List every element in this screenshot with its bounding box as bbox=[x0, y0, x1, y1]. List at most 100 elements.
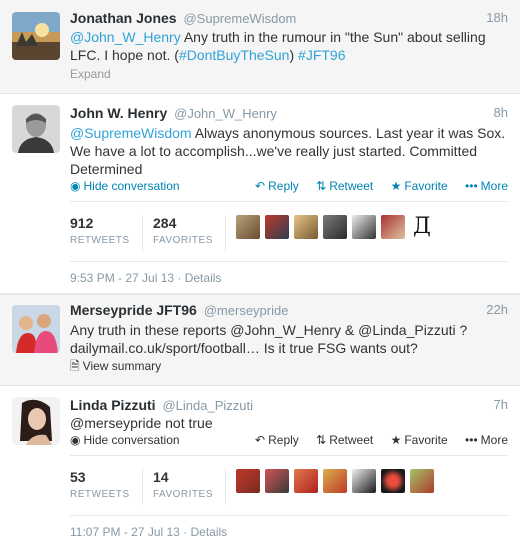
stat-divider bbox=[225, 215, 226, 251]
hashtag-link[interactable]: #JFT96 bbox=[298, 47, 345, 63]
favorite-button[interactable]: ★ Favorite bbox=[391, 179, 448, 193]
fullname[interactable]: Merseypride JFT96 bbox=[70, 302, 197, 318]
tweet-text: @SupremeWisdom Always anonymous sources.… bbox=[70, 124, 508, 178]
stat-divider bbox=[142, 469, 143, 505]
reply-button[interactable]: ↶ Reply bbox=[255, 179, 299, 193]
retweeter-avatar[interactable] bbox=[323, 215, 347, 239]
tweet-timestamp-details[interactable]: 11:07 PM - 27 Jul 13 · Details bbox=[70, 525, 227, 539]
fullname[interactable]: John W. Henry bbox=[70, 105, 167, 121]
fullname[interactable]: Linda Pizzuti bbox=[70, 397, 156, 413]
avatar-merseypride[interactable] bbox=[12, 305, 60, 353]
speech-bubble-icon: ◉ bbox=[70, 433, 81, 447]
retweets-stat[interactable]: 53 RETWEETS bbox=[70, 469, 130, 500]
username[interactable]: @SupremeWisdom bbox=[183, 11, 296, 26]
timestamp[interactable]: 22h bbox=[486, 302, 508, 317]
hide-conversation-label: Hide conversation bbox=[83, 179, 180, 193]
divider bbox=[70, 261, 508, 262]
tweet-stats: 912 RETWEETS 284 FAVORITES Д bbox=[70, 215, 508, 255]
expand-link[interactable]: Expand bbox=[70, 67, 111, 81]
tweet-jonathan-jones[interactable]: Jonathan Jones @SupremeWisdom 18h @John_… bbox=[0, 0, 520, 94]
reply-arrow-icon: ↶ bbox=[255, 433, 266, 447]
favorite-label: Favorite bbox=[404, 433, 448, 447]
avatar-jonathan-jones[interactable] bbox=[12, 12, 60, 60]
stat-divider bbox=[225, 469, 226, 505]
retweeter-avatar[interactable] bbox=[294, 215, 318, 239]
retweeter-avatar[interactable] bbox=[352, 469, 376, 493]
avatar-john-w-henry[interactable] bbox=[12, 105, 60, 153]
hashtag-link[interactable]: #DontBuyTheSun bbox=[179, 47, 290, 63]
more-button[interactable]: ••• More bbox=[465, 433, 508, 447]
tweet-header: John W. Henry @John_W_Henry 8h bbox=[70, 105, 508, 123]
retweeter-avatar[interactable]: Д bbox=[410, 215, 434, 239]
tweet-actions: ↶ Reply ⇅ Retweet ★ Favorite ••• More bbox=[241, 433, 508, 447]
retweet-icon: ⇅ bbox=[316, 179, 327, 193]
more-label: More bbox=[480, 179, 508, 193]
view-summary-link[interactable]: 🗎 View summary bbox=[70, 357, 161, 378]
divider bbox=[70, 515, 508, 516]
retweet-icon: ⇅ bbox=[316, 433, 327, 447]
action-bar: ◉ Hide conversation ↶ Reply ⇅ Retweet ★ Favo… bbox=[70, 179, 508, 195]
retweets-count: 912 bbox=[70, 215, 94, 231]
avatar-linda-pizzuti[interactable] bbox=[12, 397, 60, 445]
tweet-text: Any truth in these reports @John_W_Henry… bbox=[70, 322, 468, 356]
tweet-linda-pizzuti: Linda Pizzuti @Linda_Pizzuti 7h @merseyp… bbox=[0, 386, 520, 552]
retweets-count: 53 bbox=[70, 469, 86, 485]
favorites-label: FAVORITES bbox=[153, 489, 213, 500]
timestamp[interactable]: 7h bbox=[494, 397, 508, 412]
retweeter-avatar[interactable] bbox=[294, 469, 318, 493]
favorites-stat[interactable]: 284 FAVORITES bbox=[153, 215, 213, 246]
more-button[interactable]: ••• More bbox=[465, 179, 508, 193]
view-summary-label: View summary bbox=[82, 359, 162, 373]
retweet-button[interactable]: ⇅ Retweet bbox=[316, 179, 373, 193]
tweet-john-w-henry: John W. Henry @John_W_Henry 8h @SupremeW… bbox=[0, 94, 520, 294]
favorites-label: FAVORITES bbox=[153, 235, 213, 246]
favorite-button[interactable]: ★ Favorite bbox=[391, 433, 448, 447]
timestamp[interactable]: 8h bbox=[494, 105, 508, 120]
tweet-merseypride[interactable]: Merseypride JFT96 @merseypride 22h Any t… bbox=[0, 294, 520, 386]
action-bar: ◉ Hide conversation ↶ Reply ⇅ Retweet ★ Favo… bbox=[70, 433, 508, 449]
retweeter-avatar[interactable] bbox=[352, 215, 376, 239]
username[interactable]: @John_W_Henry bbox=[174, 106, 277, 121]
stat-divider bbox=[142, 215, 143, 251]
favorites-count: 284 bbox=[153, 215, 177, 231]
text-body: ) bbox=[289, 47, 299, 63]
tweet-text: @merseypride not true bbox=[70, 415, 213, 431]
tweet-feed: Jonathan Jones @SupremeWisdom 18h @John_… bbox=[0, 0, 520, 552]
mention-link[interactable]: @John_W_Henry bbox=[70, 29, 181, 45]
retweeter-avatar[interactable] bbox=[265, 215, 289, 239]
more-label: More bbox=[480, 433, 508, 447]
document-icon: 🗎 bbox=[70, 359, 80, 373]
favorites-stat[interactable]: 14 FAVORITES bbox=[153, 469, 213, 500]
tweet-text: @John_W_Henry Any truth in the rumour in… bbox=[70, 28, 508, 64]
retweet-button[interactable]: ⇅ Retweet bbox=[316, 433, 373, 447]
retweeter-avatar[interactable] bbox=[381, 469, 405, 493]
speech-bubble-icon: ◉ bbox=[70, 179, 81, 193]
favorites-count: 14 bbox=[153, 469, 169, 485]
retweeter-avatar[interactable] bbox=[323, 469, 347, 493]
favorite-label: Favorite bbox=[404, 179, 448, 193]
retweet-label: Retweet bbox=[329, 179, 374, 193]
hide-conversation-label: Hide conversation bbox=[83, 433, 180, 447]
tweet-header: Jonathan Jones @SupremeWisdom 18h bbox=[70, 10, 508, 28]
username[interactable]: @merseypride bbox=[204, 303, 289, 318]
hide-conversation[interactable]: ◉ Hide conversation bbox=[70, 179, 180, 193]
hide-conversation[interactable]: ◉ Hide conversation bbox=[70, 433, 180, 447]
retweeter-avatar[interactable] bbox=[410, 469, 434, 493]
username[interactable]: @Linda_Pizzuti bbox=[162, 398, 253, 413]
reply-label: Reply bbox=[268, 179, 299, 193]
timestamp[interactable]: 18h bbox=[486, 10, 508, 25]
reply-button[interactable]: ↶ Reply bbox=[255, 433, 299, 447]
retweeter-avatar[interactable] bbox=[236, 469, 260, 493]
retweets-label: RETWEETS bbox=[70, 235, 130, 246]
mention-link[interactable]: @SupremeWisdom bbox=[70, 125, 192, 141]
retweeter-avatar[interactable] bbox=[236, 215, 260, 239]
retweets-stat[interactable]: 912 RETWEETS bbox=[70, 215, 130, 246]
retweets-label: RETWEETS bbox=[70, 489, 130, 500]
tweet-header: Linda Pizzuti @Linda_Pizzuti 7h bbox=[70, 397, 508, 415]
retweeter-avatar[interactable] bbox=[265, 469, 289, 493]
tweet-timestamp-details[interactable]: 9:53 PM - 27 Jul 13 · Details bbox=[70, 271, 221, 285]
more-dots-icon: ••• bbox=[465, 433, 478, 447]
star-icon: ★ bbox=[390, 433, 402, 447]
fullname[interactable]: Jonathan Jones bbox=[70, 10, 177, 26]
retweeter-avatar[interactable] bbox=[381, 215, 405, 239]
